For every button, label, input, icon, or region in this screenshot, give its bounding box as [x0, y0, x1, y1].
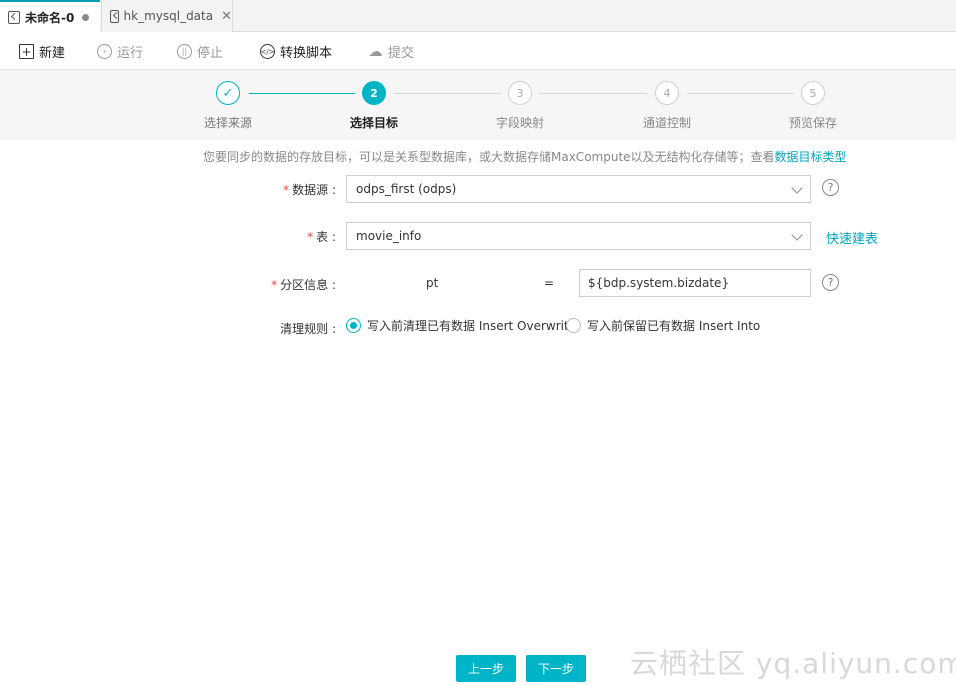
stop-button[interactable]: || 停止 [177, 33, 223, 70]
run-label: 运行 [117, 46, 144, 61]
table-label: * 表 : [216, 228, 336, 245]
tab-hk-mysql-data[interactable]: hk_mysql_data ✕ [101, 0, 233, 32]
partition-label: * 分区信息 : [216, 276, 336, 293]
step-field-mapping: 3 字段映射 [480, 81, 560, 131]
stop-label: 停止 [197, 46, 224, 61]
script-icon [8, 11, 20, 24]
step-label: 选择目标 [349, 116, 398, 130]
step-select-source: ✓ 选择来源 [188, 81, 268, 131]
required-mark: * [307, 230, 314, 244]
help-icon[interactable]: ? [822, 179, 839, 196]
table-label-text: 表 : [316, 230, 336, 244]
watermark: 云栖社区 yq.aliyun.com [630, 647, 956, 680]
radio-label: 写入前保留已有数据 Insert Into [587, 319, 761, 333]
radio-label: 写入前清理已有数据 Insert Overwrite [367, 319, 577, 333]
help-icon[interactable]: ? [822, 274, 839, 291]
step-select-target: 2 选择目标 [334, 81, 414, 131]
radio-circle [346, 318, 361, 333]
tab-label: 未命名-0 [25, 11, 75, 25]
target-types-link[interactable]: 数据目标类型 [775, 150, 847, 164]
close-icon[interactable]: ✕ [221, 9, 232, 24]
pause-icon: || [177, 44, 192, 59]
partition-key: pt [426, 276, 439, 290]
datasource-label: * 数据源 : [216, 181, 336, 198]
toolbar: + 新建 › 运行 || 停止 </> 转换脚本 ☁ 提交 [0, 33, 956, 70]
wizard-steps: ✓ 选择来源 2 选择目标 3 字段映射 4 通道控制 5 预览保存 [0, 70, 956, 140]
step-number: 4 [655, 81, 679, 105]
target-description: 您要同步的数据的存放目标，可以是关系型数据库，或大数据存储MaxCompute以… [203, 148, 847, 165]
table-select[interactable]: movie_info [346, 222, 811, 250]
step-number: 2 [362, 81, 386, 105]
datasource-value: odps_first (odps) [356, 182, 457, 196]
chevron-down-icon [791, 229, 803, 241]
datasource-select[interactable]: odps_first (odps) [346, 175, 811, 203]
partition-label-text: 分区信息 : [280, 278, 336, 292]
step-label: 选择来源 [203, 116, 252, 130]
play-icon: › [97, 44, 112, 59]
step-label: 通道控制 [642, 116, 691, 130]
prev-step-button[interactable]: 上一步 [456, 655, 516, 682]
clean-rule-label: 清理规则 : [280, 322, 336, 336]
step-label: 字段映射 [495, 116, 544, 130]
step-preview-save: 5 预览保存 [773, 81, 853, 131]
check-icon: ✓ [216, 81, 240, 105]
step-number: 5 [801, 81, 825, 105]
partition-value: ${bdp.system.bizdate} [588, 276, 730, 290]
description-text: 您要同步的数据的存放目标，可以是关系型数据库，或大数据存储MaxCompute以… [203, 150, 775, 164]
partition-value-input[interactable]: ${bdp.system.bizdate} [579, 269, 811, 297]
tab-label: hk_mysql_data [123, 9, 214, 23]
code-icon: </> [260, 44, 275, 59]
partition-equals: = [544, 276, 555, 290]
radio-insert-overwrite[interactable]: 写入前清理已有数据 Insert Overwrite [346, 317, 576, 334]
tab-bar: 未命名-0 hk_mysql_data ✕ [0, 0, 956, 33]
radio-circle [566, 318, 581, 333]
unsaved-dot-icon [82, 14, 90, 21]
cloud-upload-icon: ☁ [368, 43, 383, 60]
submit-button[interactable]: ☁ 提交 [368, 33, 415, 70]
required-mark: * [283, 183, 290, 197]
required-mark: * [271, 278, 278, 292]
new-label: 新建 [39, 46, 66, 61]
chevron-down-icon [791, 182, 803, 194]
quick-create-table-link[interactable]: 快速建表 [826, 228, 878, 247]
plus-icon: + [19, 44, 34, 59]
convert-script-button[interactable]: </> 转换脚本 [260, 33, 332, 70]
convert-label: 转换脚本 [280, 46, 333, 61]
table-value: movie_info [356, 229, 422, 243]
step-number: 3 [508, 81, 532, 105]
step-label: 预览保存 [788, 116, 837, 130]
tab-untitled[interactable]: 未命名-0 [0, 0, 100, 33]
datasource-label-text: 数据源 : [292, 183, 336, 197]
step-channel-control: 4 通道控制 [627, 81, 707, 131]
run-button[interactable]: › 运行 [97, 33, 143, 70]
script-icon [110, 9, 119, 23]
submit-label: 提交 [388, 46, 415, 61]
new-button[interactable]: + 新建 [19, 33, 65, 70]
next-step-button[interactable]: 下一步 [526, 655, 586, 682]
radio-insert-into[interactable]: 写入前保留已有数据 Insert Into [566, 317, 760, 334]
